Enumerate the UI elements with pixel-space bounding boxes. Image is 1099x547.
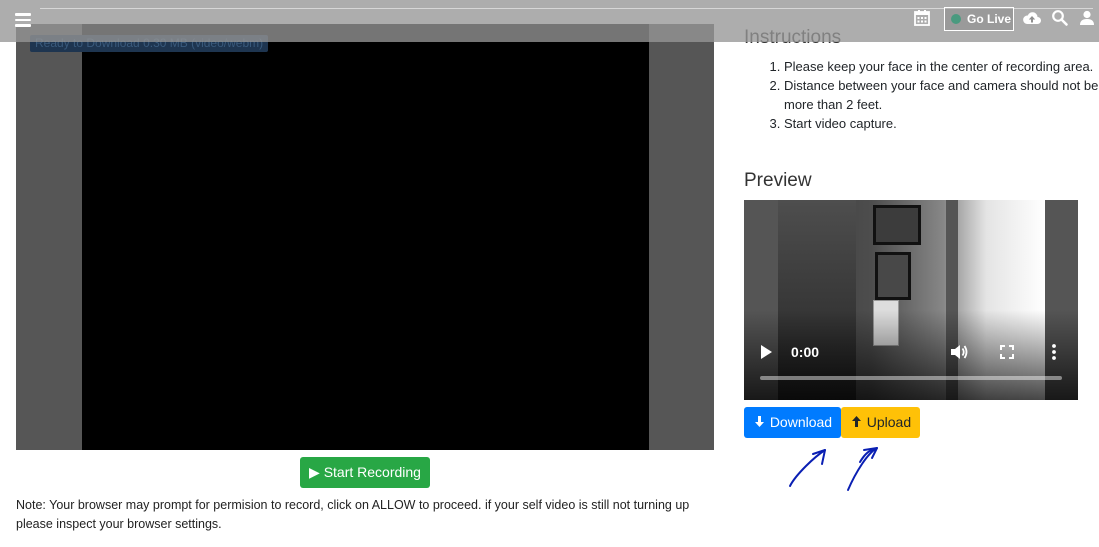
annotation-arrow-upload [847,447,878,491]
playback-progress-bar[interactable] [760,376,1062,380]
play-icon[interactable] [761,345,772,359]
instruction-item: Please keep your face in the center of r… [784,57,1099,76]
preview-title: Preview [744,170,812,191]
live-status-dot [951,14,961,24]
annotation-arrow-download [789,449,826,487]
go-live-label: Go Live [967,12,1012,26]
cloud-upload-icon[interactable] [1022,9,1042,29]
arrow-down-icon [754,416,764,427]
calendar-icon[interactable] [913,9,933,29]
browser-permission-note: Note: Your browser may prompt for permis… [16,498,690,531]
play-icon: ▶ [309,464,320,480]
instruction-item: Distance between your face and camera sh… [784,76,1099,114]
user-icon[interactable] [1078,9,1098,29]
navbar-divider [40,8,1093,9]
playback-time: 0:00 [791,344,820,360]
start-recording-button[interactable]: ▶ Start Recording [300,457,430,488]
start-recording-label: Start Recording [323,464,421,480]
annotation-arrows [789,447,878,491]
upload-label: Upload [866,414,912,430]
more-options-icon[interactable] [1044,342,1064,362]
download-label: Download [769,414,833,430]
download-button[interactable]: Download [744,407,841,438]
recording-video-area [16,24,714,450]
fullscreen-icon[interactable] [997,342,1017,362]
camera-feed [82,24,649,450]
video-scene-frame [873,205,921,245]
arrow-up-icon [851,416,861,427]
instruction-item: Start video capture. [784,114,1099,133]
preview-video-player[interactable]: 0:00 [744,200,1078,400]
go-live-button[interactable]: Go Live [944,7,1014,31]
search-icon[interactable] [1051,9,1071,29]
instructions-list: Please keep your face in the center of r… [744,57,1099,133]
video-scene-frame [875,252,911,300]
volume-icon[interactable] [949,342,969,362]
menu-icon[interactable] [15,13,31,27]
upload-button[interactable]: Upload [841,407,920,438]
top-navbar: Go Live [0,0,1099,42]
